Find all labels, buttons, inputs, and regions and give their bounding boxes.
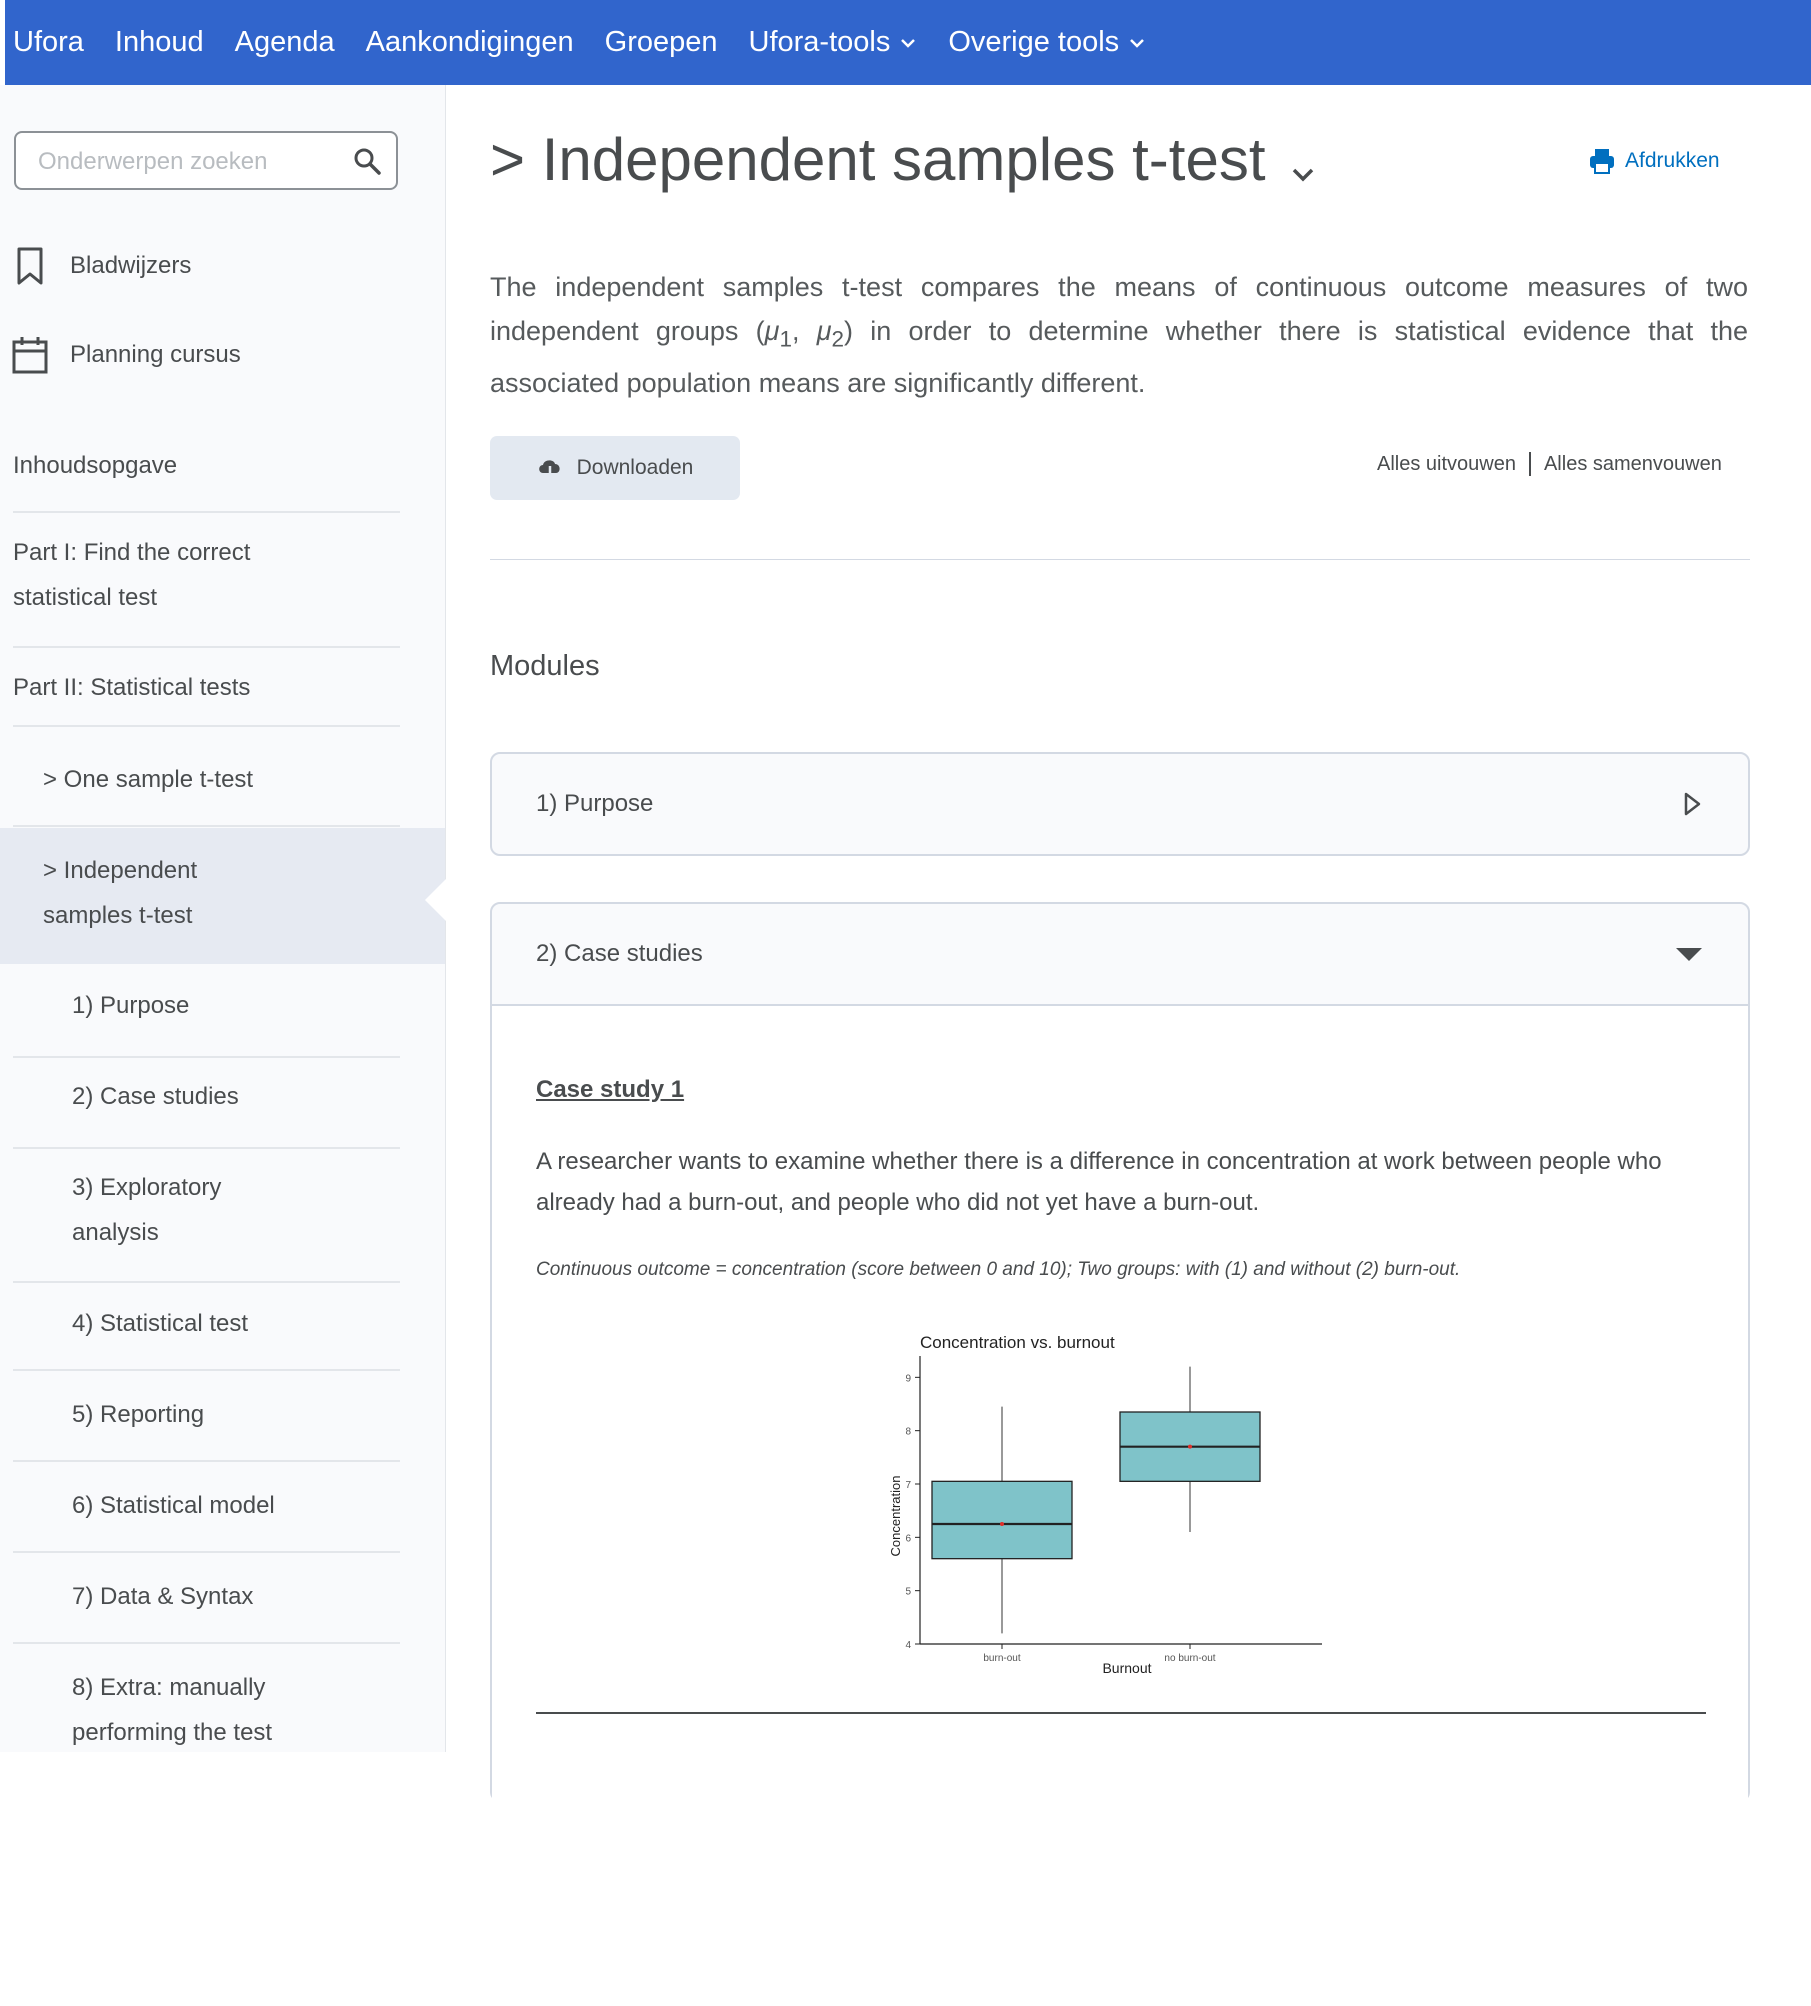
chevron-down-icon[interactable] [1290,163,1316,185]
toc-item-extra-manual-test[interactable]: 8) Extra: manually performing the test [13,1665,333,1765]
bookmark-icon [17,247,43,285]
y-tick-label-0: 4 [905,1640,911,1651]
case-study-title: Case study 1 [536,1076,685,1103]
course-schedule-link[interactable]: Planning cursus [12,335,241,375]
module-header-purpose[interactable]: 1) Purpose [492,754,1748,854]
nav-item-agenda[interactable]: Agenda [235,26,335,59]
toc-active-pointer [425,878,447,922]
case-study-text: A researcher wants to examine whether th… [536,1148,1662,1216]
print-link[interactable]: Afdrukken [1588,147,1720,175]
intro-paragraph: The independent samples t-test compares … [490,272,1748,399]
cloud-download-icon [538,460,560,481]
toc-item-part-2[interactable]: Part II: Statistical tests [13,665,400,727]
y-tick-label-2: 6 [905,1533,911,1544]
toc-item-statistical-model[interactable]: 6) Statistical model [13,1483,400,1553]
module-case-studies: 2) Case studies Case study 1 A researche… [490,902,1750,2006]
chart-x-label: Burnout [1102,1660,1151,1676]
search-icon[interactable] [352,146,382,176]
expand-all-link[interactable]: Alles uitvouwen [1377,453,1516,476]
sidebar: Bladwijzers Planning cursus Inhoudsopgav… [0,85,447,1752]
y-tick-label-3: 7 [905,1480,911,1491]
nav-item-overige-tools[interactable]: Overige tools [948,26,1146,59]
topic-search-box [14,131,398,190]
box-0 [931,1480,1073,1560]
toc-item-statistical-test[interactable]: 4) Statistical test [13,1301,400,1371]
boxplot-chart: Concentration vs. burnout Concentration … [888,1333,1322,1676]
divider [490,559,1750,560]
toc-divider [13,646,400,648]
page-title: > Independent samples t-test [490,126,1266,193]
toc-item-inhoudsopgave[interactable]: Inhoudsopgave [13,443,400,513]
x-tick-label-1: no burn-out [1164,1653,1215,1664]
top-navigation-bar: Ufora Inhoud Agenda Aankondigingen Groep… [5,0,1811,85]
y-tick-label-5: 9 [905,1373,911,1384]
nav-item-ufora[interactable]: Ufora [13,26,84,59]
caret-down-icon [1676,948,1702,961]
mean-point-1 [1188,1444,1192,1449]
chart-title: Concentration vs. burnout [920,1333,1115,1352]
modules-heading: Modules [490,650,600,682]
y-tick-label-4: 8 [905,1427,911,1438]
chart-y-label: Concentration [888,1476,903,1557]
x-tick-label-0: burn-out [983,1653,1020,1664]
download-button[interactable]: Downloaden [490,436,740,500]
case-study-note: Continuous outcome = concentration (scor… [536,1259,1461,1280]
nav-item-aankondigingen[interactable]: Aankondigingen [366,26,574,59]
chevron-down-icon [901,38,916,48]
collapse-all-link[interactable]: Alles samenvouwen [1544,453,1722,476]
toc-item-part-1[interactable]: Part I: Find the correct statistical tes… [13,530,313,646]
topic-search-input[interactable] [36,143,340,181]
calendar-icon [12,337,48,374]
toc-item-reporting[interactable]: 5) Reporting [13,1392,400,1462]
toc-item-data-syntax[interactable]: 7) Data & Syntax [13,1574,400,1644]
y-tick-label-1: 5 [905,1587,911,1598]
nav-item-ufora-tools[interactable]: Ufora-tools [749,26,918,59]
toc-item-independent-samples-t-test[interactable]: > Independent samples t-test [13,848,233,964]
divider [536,1712,1706,1714]
play-triangle-icon [1684,792,1701,816]
module-purpose: 1) Purpose [490,752,1750,856]
module-header-case-studies[interactable]: 2) Case studies [492,904,1748,1004]
mean-point-0 [1000,1522,1004,1526]
divider [1528,452,1531,476]
chevron-down-icon [1130,38,1145,48]
module-body-case-studies: Case study 1 A researcher wants to exami… [492,1004,1748,2006]
toc-divider [13,1281,400,1283]
bookmarks-link[interactable]: Bladwijzers [12,246,191,286]
toc-item-purpose[interactable]: 1) Purpose [13,983,400,1058]
printer-icon [1590,149,1614,174]
toc-item-one-sample-t-test[interactable]: > One sample t-test [13,757,400,827]
toc-item-exploratory-analysis[interactable]: 3) Exploratory analysis [13,1165,313,1291]
nav-item-inhoud[interactable]: Inhoud [115,26,204,59]
toc-item-case-studies[interactable]: 2) Case studies [13,1074,400,1149]
nav-item-groepen[interactable]: Groepen [605,26,718,59]
expand-collapse-links: Alles uitvouwen Alles samenvouwen [1377,452,1722,476]
